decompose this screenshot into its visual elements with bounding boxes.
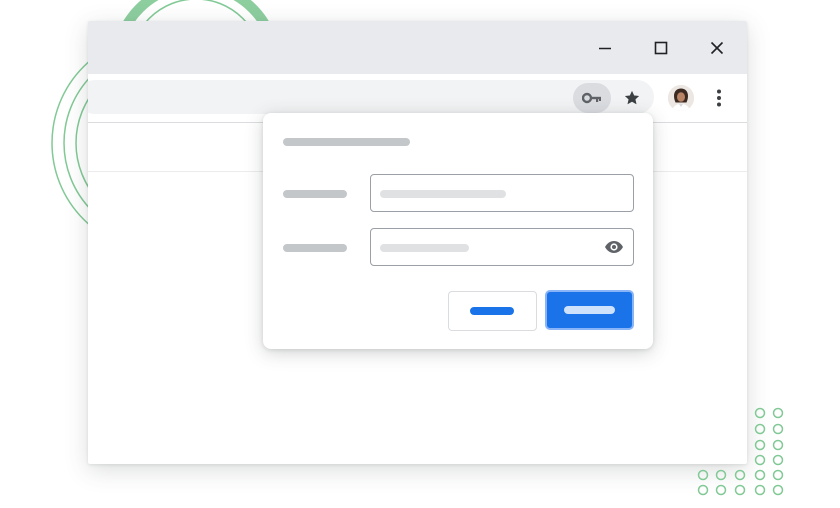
password-key-button[interactable] (573, 83, 611, 113)
star-icon (624, 90, 640, 105)
dialog-title-placeholder (283, 138, 410, 146)
cancel-button[interactable] (448, 291, 537, 331)
close-icon (710, 41, 724, 55)
password-field[interactable] (370, 228, 634, 266)
maximize-button[interactable] (643, 30, 679, 66)
address-bar[interactable] (88, 80, 654, 114)
more-menu-button[interactable] (708, 83, 730, 113)
profile-avatar[interactable] (668, 85, 694, 111)
cancel-label-placeholder (470, 307, 514, 315)
stage (0, 0, 840, 508)
save-password-dialog (263, 113, 653, 349)
save-label-placeholder (564, 306, 615, 314)
key-icon (582, 92, 601, 104)
password-label-placeholder (283, 244, 347, 252)
password-value-placeholder (380, 244, 469, 252)
more-vert-icon (717, 89, 721, 107)
username-value-placeholder (380, 190, 506, 198)
username-label-placeholder (283, 190, 347, 198)
bookmark-star-button[interactable] (617, 83, 647, 113)
title-bar (88, 21, 747, 74)
minimize-button[interactable] (587, 30, 623, 66)
save-button[interactable] (545, 290, 634, 330)
maximize-icon (654, 41, 668, 55)
avatar-icon (668, 85, 694, 111)
username-field[interactable] (370, 174, 634, 212)
eye-icon (605, 241, 623, 253)
minimize-icon (599, 47, 611, 50)
show-password-button[interactable] (603, 237, 625, 257)
close-button[interactable] (699, 30, 735, 66)
